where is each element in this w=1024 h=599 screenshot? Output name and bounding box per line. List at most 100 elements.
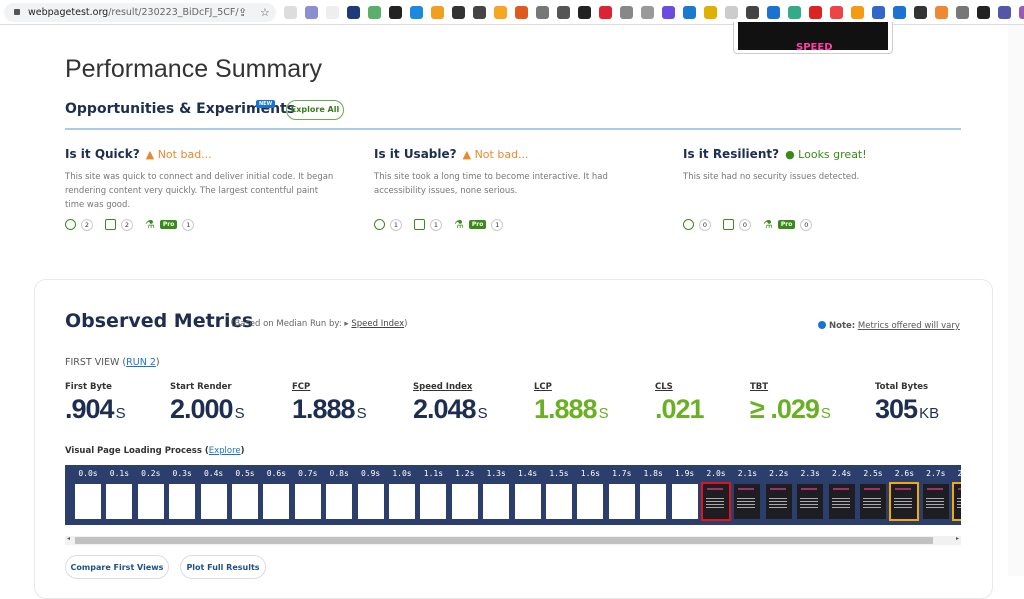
extension-icon[interactable] [788,6,801,19]
frame-thumbnail[interactable] [608,484,635,519]
extension-icon[interactable] [1019,6,1024,19]
extension-icon[interactable] [872,6,885,19]
frame-thumbnail[interactable] [860,484,886,519]
speed-index-link[interactable]: Speed Index [351,319,404,329]
extension-icon[interactable] [641,6,654,19]
frame-thumbnail[interactable] [294,484,321,519]
flask-icon[interactable]: ⚗ [145,218,155,231]
scroll-right-icon[interactable]: ▸ [956,535,959,542]
extension-icon[interactable] [914,6,927,19]
frame-thumbnail[interactable] [75,484,101,519]
frame-thumbnail[interactable] [106,484,133,519]
extension-icon[interactable] [515,6,528,19]
frame-thumbnail[interactable] [640,484,667,519]
frame-thumbnail[interactable] [232,484,258,519]
extension-icon[interactable] [578,6,591,19]
eye-screen-icon[interactable] [723,219,734,230]
frame-thumbnail[interactable] [889,482,920,521]
frame-thumbnail[interactable] [577,484,604,519]
compare-first-views-button[interactable]: Compare First Views [65,555,169,579]
extension-icon[interactable] [431,6,444,19]
extension-icon[interactable] [830,6,843,19]
scrollbar-thumb[interactable] [75,537,933,544]
extension-icon[interactable] [494,6,507,19]
extension-icon[interactable] [410,6,423,19]
metric-label[interactable]: FCP [292,382,367,392]
frame-time: 1.4s [517,469,538,478]
extension-icon[interactable] [284,6,297,19]
metric-label[interactable]: CLS [655,382,706,392]
extension-icon[interactable] [536,6,549,19]
frame-thumbnail[interactable] [734,484,761,519]
frame-thumbnail[interactable] [765,484,792,519]
extension-icon[interactable] [473,6,486,19]
frame-thumbnail[interactable] [200,484,227,519]
frame-thumbnail[interactable] [420,484,447,519]
filmstrip-scrollbar[interactable]: ◂ ▸ [65,535,961,545]
frame-thumbnail[interactable] [263,484,290,519]
opportunity-title[interactable]: Is it Quick? [65,147,140,161]
extension-icon[interactable] [767,6,780,19]
frame-thumbnail[interactable] [451,484,478,519]
frame-thumbnail[interactable] [514,484,541,519]
frame-thumbnail[interactable] [671,484,698,519]
extension-icon[interactable] [683,6,696,19]
extension-icon[interactable] [368,6,381,19]
extension-icon[interactable] [704,6,717,19]
run-2-link[interactable]: RUN 2 [126,357,156,368]
opportunity-title[interactable]: Is it Usable? [374,147,457,161]
frame-thumbnail[interactable] [389,484,415,519]
frame-thumbnail[interactable] [357,484,384,519]
plot-full-results-button[interactable]: Plot Full Results [180,555,266,579]
frame-thumbnail[interactable] [701,482,731,521]
extension-icon[interactable] [662,6,675,19]
stopwatch-icon[interactable] [65,219,76,230]
extension-icon[interactable] [452,6,465,19]
extension-icon[interactable] [347,6,360,19]
explore-all-button[interactable]: Explore All [286,100,344,120]
frame-thumbnail[interactable] [169,484,196,519]
extension-icon[interactable] [809,6,822,19]
metric-label[interactable]: Speed Index [413,382,488,392]
metric-label[interactable]: TBT [750,382,831,392]
note-link[interactable]: Metrics offered will vary [858,321,960,331]
extension-icon[interactable] [746,6,759,19]
extension-icon[interactable] [557,6,570,19]
eye-screen-icon[interactable] [105,219,116,230]
metric: LCP 1.888 S [534,382,609,425]
frame-thumbnail[interactable] [483,484,510,519]
frame-thumbnail[interactable] [922,484,949,519]
eye-screen-icon[interactable] [414,219,425,230]
frame-thumbnail[interactable] [137,484,164,519]
scroll-left-icon[interactable]: ◂ [67,535,70,542]
flask-icon[interactable]: ⚗ [763,218,773,231]
opportunity-title[interactable]: Is it Resilient? [683,147,779,161]
extension-icon[interactable] [935,6,948,19]
frame-thumbnail[interactable] [952,482,961,521]
page-scrollbar[interactable] [1008,25,1024,576]
frame-thumbnail[interactable] [797,484,824,519]
extension-icon[interactable] [998,6,1011,19]
frame-thumbnail[interactable] [828,484,855,519]
extension-icon[interactable] [851,6,864,19]
frame-thumbnail[interactable] [546,484,572,519]
flask-icon[interactable]: ⚗ [454,218,464,231]
extension-icon[interactable] [305,6,318,19]
metric-label[interactable]: LCP [534,382,609,392]
extension-icon[interactable] [389,6,402,19]
frame-thumbnail[interactable] [326,484,353,519]
extension-icon[interactable] [725,6,738,19]
stopwatch-icon[interactable] [374,219,385,230]
star-icon[interactable]: ☆ [260,3,270,22]
filmstrip[interactable]: 0.0s 0.1s 0.2s 0.3s 0.4s 0.5s 0.6s 0.7s 0.8s 0.9s… [65,465,961,525]
extension-icon[interactable] [620,6,633,19]
stopwatch-icon[interactable] [683,219,694,230]
extension-icon[interactable] [326,6,339,19]
extension-icon[interactable] [893,6,906,19]
extension-icon[interactable] [977,6,990,19]
explore-link[interactable]: Explore [209,446,241,456]
extension-icon[interactable] [599,6,612,19]
extension-icon[interactable] [956,6,969,19]
address-bar[interactable]: webpagetest.org/result/230223_BiDcFJ_5CF… [4,3,276,22]
share-icon[interactable]: ⇪ [238,3,247,22]
